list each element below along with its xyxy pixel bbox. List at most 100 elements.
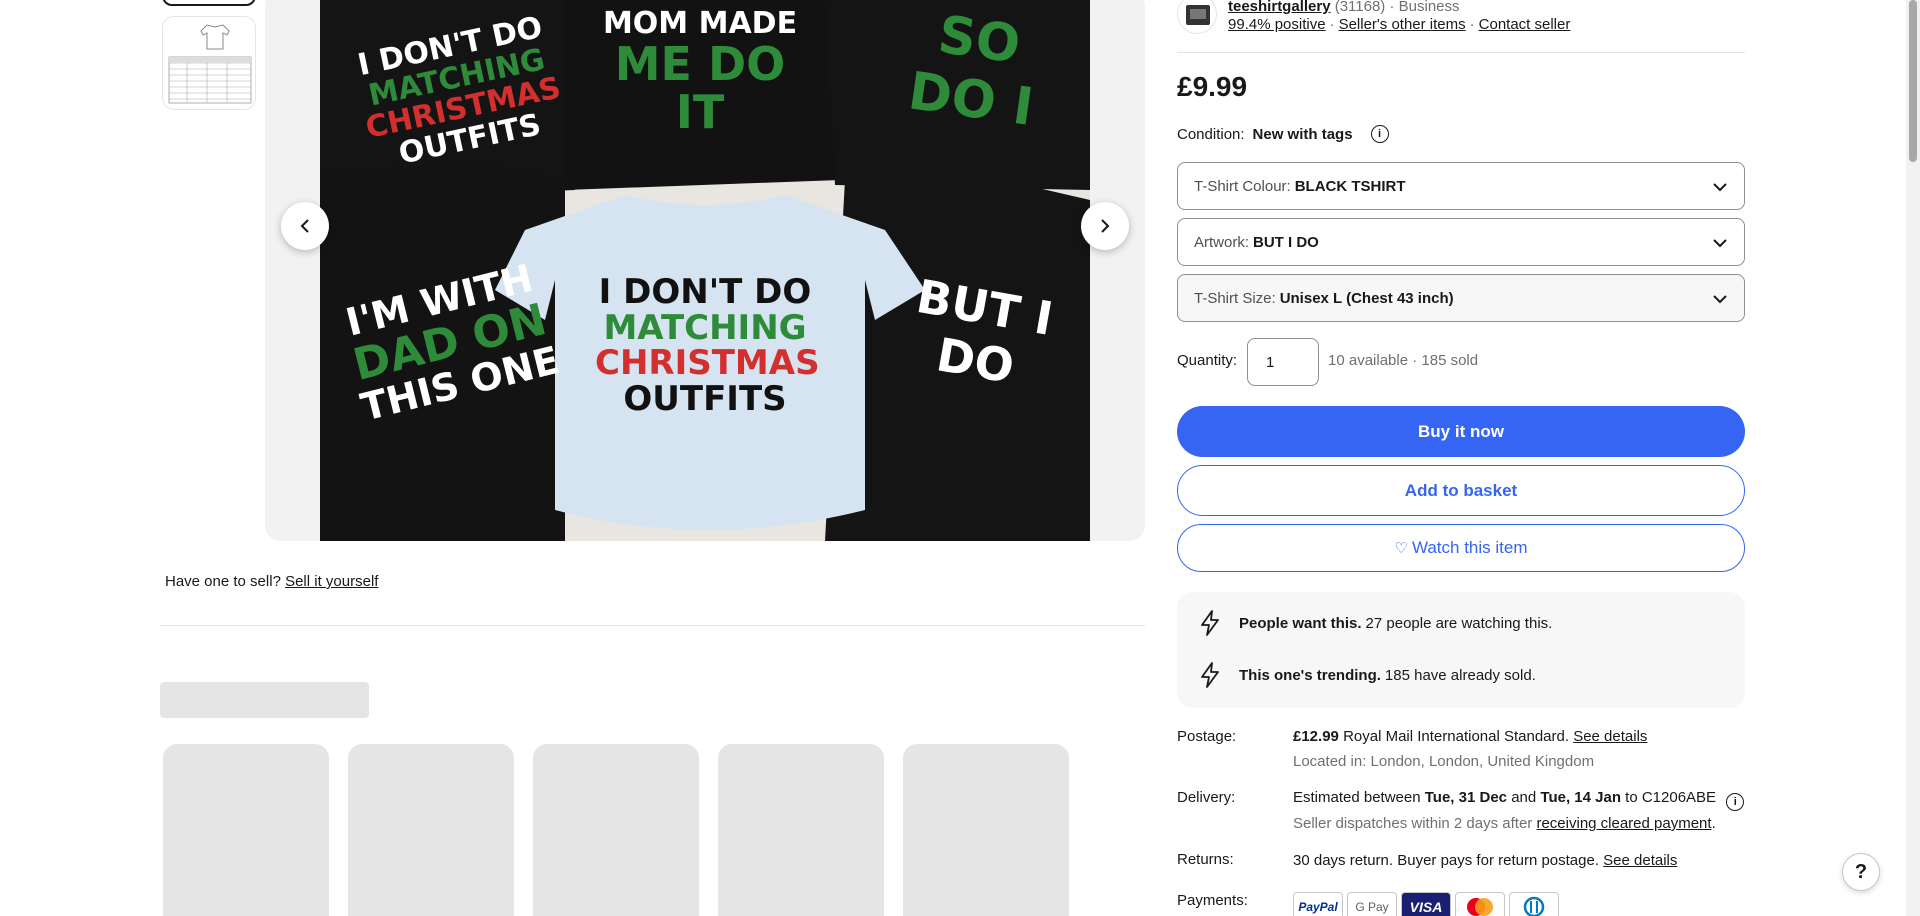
postage-price: £12.99 [1293,728,1339,745]
shirt-text-2: MOM MADE ME DO IT [600,8,800,136]
skeleton-card [903,744,1069,916]
seller-feedback-count: (31168) [1334,0,1386,15]
watch-item-label: Watch this item [1411,538,1528,557]
mastercard-logo [1467,898,1493,916]
shirt-line: SO DO I [904,4,1037,139]
skeleton-card [533,744,699,916]
watch-item-button[interactable]: ♡ Watch this item [1177,524,1745,572]
select-value: Unisex L (Chest 43 inch) [1279,289,1454,307]
quantity-input[interactable] [1247,338,1319,386]
chevron-down-icon [1713,239,1727,248]
seller-logo-image [1186,5,1210,25]
cleared-payment-link[interactable]: receiving cleared payment [1536,815,1711,832]
diners-logo [1523,896,1545,916]
condition: Condition: New with tags i [1177,125,1389,143]
shirt-text-3: SO DO I [878,0,1073,142]
delivery-destination: to C1206ABE [1625,789,1717,806]
main-product-photo[interactable]: I DON'T DO MATCHING CHRISTMAS OUTFITS MO… [265,0,1145,541]
select-label: Artwork: [1194,233,1250,251]
lightning-icon [1201,662,1219,688]
returns-text: 30 days return. Buyer pays for return po… [1293,852,1599,869]
thumbnail-active[interactable] [162,0,256,6]
size-select[interactable]: T-Shirt Size: Unisex L (Chest 43 inch) [1177,274,1745,322]
signal-text: 27 people are watching this. [1365,614,1553,632]
mastercard-icon [1455,892,1505,916]
seller-type: · Business [1389,0,1460,15]
signal-watching: People want this. 27 people are watching… [1199,610,1552,636]
divider [160,625,1145,626]
seller-other-items-link[interactable]: Seller's other items [1339,16,1466,33]
heart-icon: ♡ [1394,540,1408,557]
skeleton-card [163,744,329,916]
postage-see-details-link[interactable]: See details [1573,728,1647,745]
chevron-down-icon [1713,295,1727,304]
add-to-basket-button[interactable]: Add to basket [1177,465,1745,516]
seller-feedback-link[interactable]: 99.4% positive [1228,16,1326,33]
skeleton-title [160,682,369,718]
buy-it-now-button[interactable]: Buy it now [1177,406,1745,457]
colour-select[interactable]: T-Shirt Colour: BLACK TSHIRT [1177,162,1745,210]
divider [1177,52,1745,53]
contact-seller-link[interactable]: Contact seller [1479,16,1571,33]
select-label: T-Shirt Colour: [1194,177,1291,195]
item-location-text: Located in: London, London, United Kingd… [1293,753,1595,770]
dispatch-text: Seller dispatches within 2 days after [1293,815,1533,832]
signal-bold: This one's trending. [1239,666,1381,684]
chevron-left-icon [300,219,309,233]
info-icon[interactable]: i [1726,793,1745,811]
returns-info: 30 days return. Buyer pays for return po… [1293,852,1677,869]
sell-prompt-text: Have one to sell? [165,573,281,590]
seller-name-link[interactable]: teeshirtgallery [1228,0,1331,15]
scrollbar-thumb[interactable] [1909,0,1917,162]
shirt-line: MOM MADE [602,6,798,41]
postage-info: £12.99 Royal Mail International Standard… [1293,728,1647,745]
sell-prompt: Have one to sell? Sell it yourself [165,573,378,590]
payments-label: Payments: [1177,892,1248,909]
skeleton-card [348,744,514,916]
delivery-label: Delivery: [1177,789,1236,806]
shirt-line: I DON'T DO [598,272,812,312]
paypal-text: PayPal [1298,900,1338,914]
artwork-select[interactable]: Artwork: BUT I DO [1177,218,1745,266]
google-pay-icon: G Pay [1347,892,1397,916]
info-icon[interactable]: i [1370,125,1389,143]
thumbnail-size-chart[interactable] [162,16,256,110]
shirt-line: ME DO IT [614,36,786,139]
dispatch-end: . [1711,815,1716,832]
select-label: T-Shirt Size: [1194,289,1276,307]
condition-label: Condition: [1177,125,1245,143]
delivery-end-date: Tue, 14 Jan [1540,789,1621,806]
quantity-label: Quantity: [1177,352,1238,369]
visa-icon: VISA [1401,892,1451,916]
select-value: BUT I DO [1253,233,1319,251]
shirt-text-5: I DON'T DO MATCHING CHRISTMAS OUTFITS [595,272,820,420]
condition-value: New with tags [1252,125,1353,143]
help-icon: ? [1854,860,1868,883]
select-value: BLACK TSHIRT [1294,177,1406,195]
urgency-signals: People want this. 27 people are watching… [1177,592,1745,708]
delivery-and: and [1511,789,1537,806]
carousel-prev-button[interactable] [281,202,329,250]
dispatch-info: Seller dispatches within 2 days after re… [1293,815,1716,832]
delivery-prefix: Estimated between [1293,789,1421,806]
shirt-line: OUTFITS [623,379,787,420]
delivery-start-date: Tue, 31 Dec [1424,789,1508,806]
seller-links: 99.4% positive · Seller's other items · Cont… [1228,16,1570,33]
sell-it-yourself-link[interactable]: Sell it yourself [285,573,378,590]
visa-text: VISA [1409,899,1443,915]
separator: · [1469,16,1475,33]
delivery-estimate: Estimated between Tue, 31 Dec and Tue, 1… [1293,789,1745,811]
chevron-right-icon [1101,219,1110,233]
returns-see-details-link[interactable]: See details [1603,852,1677,869]
payment-methods: PayPal G Pay VISA [1293,892,1559,916]
postage-service: Royal Mail International Standard. [1343,728,1570,745]
carousel-next-button[interactable] [1081,202,1129,250]
help-button[interactable]: ? [1842,853,1880,891]
seller-avatar[interactable] [1177,0,1217,34]
shirt-line: MATCHING [603,307,807,348]
size-chart-image [163,17,255,109]
postage-label: Postage: [1177,728,1237,745]
quantity-availability: 10 available · 185 sold [1328,352,1479,369]
signal-trending: This one's trending. 185 have already so… [1199,662,1536,688]
paypal-icon: PayPal [1293,892,1343,916]
